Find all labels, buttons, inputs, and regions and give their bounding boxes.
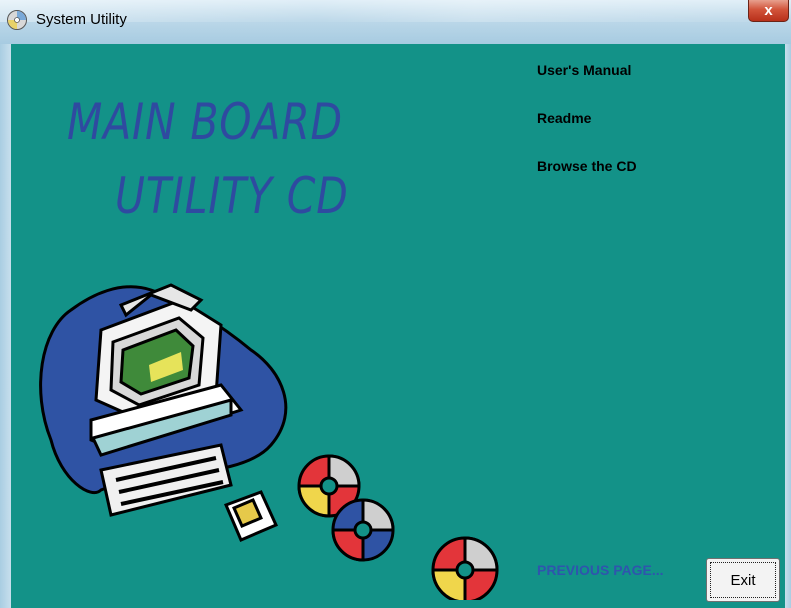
exit-button-label: Exit [730,571,756,589]
close-button[interactable]: x [748,0,789,22]
window-frame-left [0,44,11,608]
close-icon: x [764,2,773,19]
window-frame-right [785,44,791,608]
computer-illustration [39,283,499,600]
app-disc-icon [7,10,27,30]
client-area: MAIN BOARD UTILITY CD User's Manual Read… [11,44,785,608]
exit-button[interactable]: Exit [706,558,780,602]
users-manual-link[interactable]: User's Manual [537,62,631,78]
system-utility-window: System Utility x MAIN BOARD UTILITY CD U… [0,0,791,608]
heading-line-1: MAIN BOARD [67,93,343,151]
readme-link[interactable]: Readme [537,110,591,126]
heading-line-2: UTILITY CD [115,167,349,225]
cd-icon [331,498,395,562]
title-bar[interactable]: System Utility x [0,0,791,44]
browse-cd-link[interactable]: Browse the CD [537,158,637,174]
floppy-disk-icon [224,490,278,542]
window-title: System Utility [36,11,127,28]
previous-page-link[interactable]: PREVIOUS PAGE... [537,562,664,578]
cd-icon [431,536,499,600]
